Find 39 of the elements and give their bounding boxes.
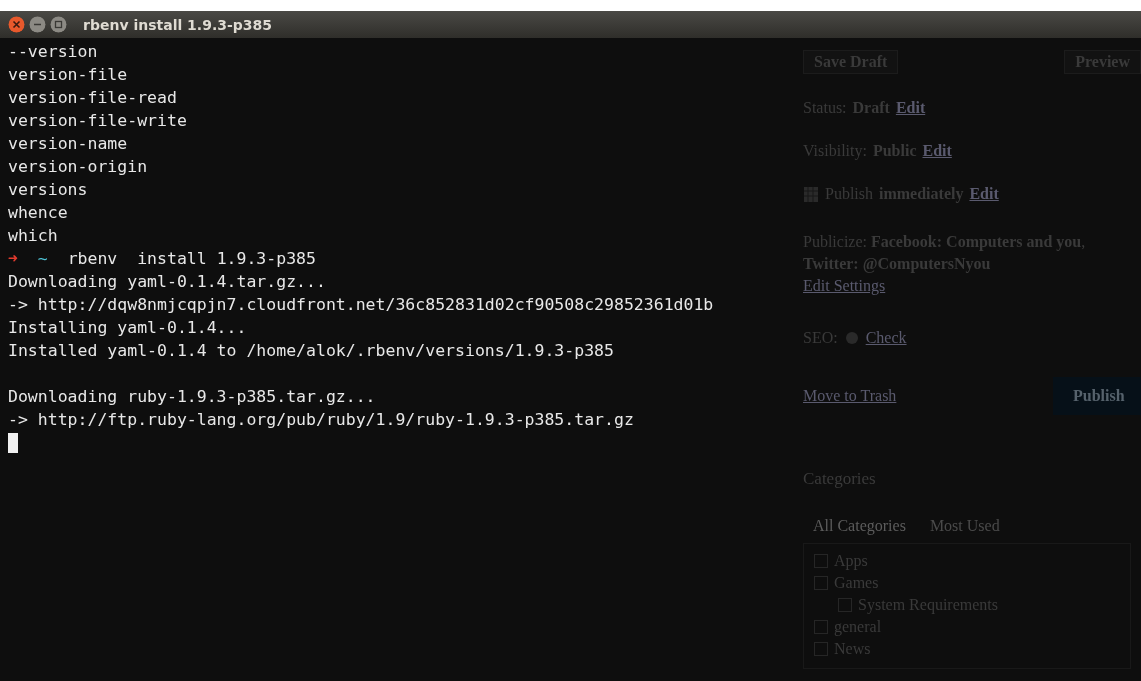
minimize-icon[interactable] [29,16,46,33]
terminal-output-line: version-file-write [8,110,187,132]
edit-link[interactable]: Edit [969,185,999,203]
edit-link[interactable]: Edit [922,142,952,160]
text-cursor [8,433,18,453]
window-title: rbenv install 1.9.3-p385 [83,16,272,33]
edit-link[interactable]: Edit [895,99,926,117]
category-checkbox[interactable] [814,620,828,634]
terminal-output-line: --version [8,41,98,63]
terminal-output-line: versions [8,179,88,201]
terminal-output-line: which [8,225,58,247]
terminal-output-line: -> http://dqw8nmjcqpjn7.cloudfront.net/36c852831d02cf90508c29852361d01b [8,294,714,316]
prompt-directory: ~ [37,248,48,270]
status-dot-icon [845,332,858,344]
category-checkbox[interactable] [814,576,828,590]
category-checkbox[interactable] [838,598,852,612]
terminal-output-line: whence [8,202,68,224]
move-to-trash-link[interactable]: Move to Trash [803,387,897,405]
category-tab[interactable]: All Categories [813,517,906,535]
terminal-output-line: Installed yaml-0.1.4 to /home/alok/.rbenv/versions/1.9.3-p385 [8,340,614,362]
close-icon[interactable] [8,16,25,33]
terminal-output-line: version-file [8,64,128,86]
category-checkbox[interactable] [814,554,828,568]
calendar-icon [803,185,819,203]
prompt-arrow: ➜ [8,248,18,270]
category-tab[interactable]: Most Used [929,517,1000,535]
publish-button[interactable]: Publish [1053,377,1141,415]
maximize-icon[interactable] [50,16,67,33]
terminal-output-line: Installing yaml-0.1.4... [8,317,247,339]
check-link[interactable]: Check [865,329,907,347]
terminal-output-line: version-origin [8,156,148,178]
terminal-output-line: -> http://ftp.ruby-lang.org/pub/ruby/1.9/ruby-1.9.3-p385.tar.gz [8,409,634,431]
terminal-output-line: Downloading yaml-0.1.4.tar.gz... [8,271,326,293]
edit-settings-link[interactable]: Edit Settings [803,277,886,294]
terminal-output-line: version-file-read [8,87,177,109]
category-checkbox[interactable] [814,642,828,656]
command-text: rbenv install 1.9.3-p385 [67,248,316,270]
terminal-output-line: Downloading ruby-1.9.3-p385.tar.gz... [8,386,376,408]
terminal-output-line: version-name [8,133,128,155]
